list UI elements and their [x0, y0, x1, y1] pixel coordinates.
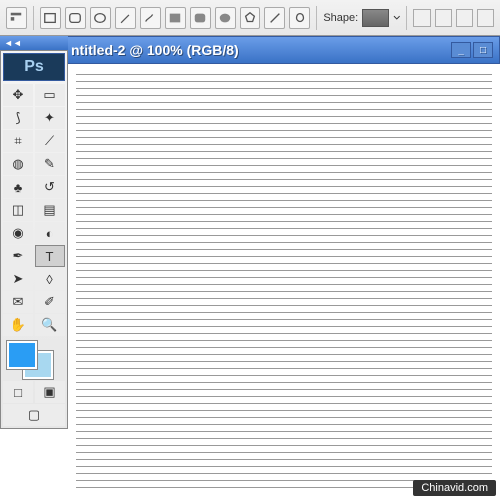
eraser-tool[interactable]: ◫	[3, 199, 33, 221]
marquee-tool[interactable]: ▭	[35, 84, 65, 106]
mode-new-btn[interactable]	[413, 9, 430, 27]
pen-tool[interactable]: ✒	[3, 245, 33, 267]
rect-fill-btn[interactable]	[165, 7, 186, 29]
path-select-tool[interactable]: ➤	[3, 268, 33, 290]
tool-preset-dropdown[interactable]	[6, 7, 27, 29]
move-tool[interactable]: ✥	[3, 84, 33, 106]
rectangle-shape-btn[interactable]	[40, 7, 61, 29]
color-swatches	[3, 339, 65, 381]
maximize-button[interactable]: □	[473, 42, 493, 58]
ellipse-fill-btn[interactable]	[215, 7, 236, 29]
document-titlebar: ntitled-2 @ 100% (RGB/8) _ □	[0, 36, 500, 64]
custom-shape-btn[interactable]	[289, 7, 310, 29]
canvas-content	[68, 74, 500, 488]
zoom-tool[interactable]: 🔍	[35, 314, 65, 336]
brush-tool[interactable]: ✎	[35, 153, 65, 175]
line-btn[interactable]	[264, 7, 285, 29]
ellipse-shape-btn[interactable]	[90, 7, 111, 29]
watermark: Chinavid.com	[413, 480, 496, 496]
quick-mask-btn[interactable]: □	[3, 381, 33, 403]
history-brush-tool[interactable]: ↺	[35, 176, 65, 198]
freeform-pen-btn[interactable]	[140, 7, 161, 29]
dodge-tool[interactable]: ◐	[35, 222, 65, 244]
type-tool[interactable]: T	[35, 245, 65, 267]
chevron-down-icon[interactable]	[393, 14, 401, 22]
minimize-button[interactable]: _	[451, 42, 471, 58]
rounded-fill-btn[interactable]	[190, 7, 211, 29]
gradient-tool[interactable]: ▤	[35, 199, 65, 221]
photoshop-logo: Ps	[3, 53, 65, 81]
foreground-color[interactable]	[7, 341, 37, 369]
notes-tool[interactable]: ✉	[3, 291, 33, 313]
eyedropper-tool[interactable]: ✐	[35, 291, 65, 313]
mode-add-btn[interactable]	[435, 9, 452, 27]
separator	[406, 6, 407, 30]
tools-panel: Ps ✥▭⟆✦⌗⟋◍✎♣↺◫▤◉◐✒T➤◊✉✐✋🔍 □ ▣ ▢	[0, 50, 68, 429]
expand-btn[interactable]: ▢	[3, 404, 65, 426]
toolbox-header[interactable]: ◄◄	[0, 36, 68, 50]
pen-shape-btn[interactable]	[115, 7, 136, 29]
collapse-icon: ◄◄	[4, 38, 22, 48]
hand-tool[interactable]: ✋	[3, 314, 33, 336]
slice-tool[interactable]: ⟋	[35, 130, 65, 152]
lasso-tool[interactable]: ⟆	[3, 107, 33, 129]
blur-tool[interactable]: ◉	[3, 222, 33, 244]
polygon-btn[interactable]	[240, 7, 261, 29]
healing-tool[interactable]: ◍	[3, 153, 33, 175]
document-canvas[interactable]	[68, 64, 500, 500]
stamp-tool[interactable]: ♣	[3, 176, 33, 198]
mode-subtract-btn[interactable]	[456, 9, 473, 27]
mode-intersect-btn[interactable]	[477, 9, 494, 27]
screen-mode-btn[interactable]: ▣	[35, 381, 65, 403]
rounded-rect-shape-btn[interactable]	[65, 7, 86, 29]
wand-tool[interactable]: ✦	[35, 107, 65, 129]
separator	[316, 6, 317, 30]
crop-tool[interactable]: ⌗	[3, 130, 33, 152]
shape-dropdown[interactable]	[362, 9, 389, 27]
shape-tool[interactable]: ◊	[35, 268, 65, 290]
shape-label: Shape:	[323, 12, 358, 24]
separator	[33, 6, 34, 30]
document-title: ntitled-2 @ 100% (RGB/8)	[71, 42, 451, 58]
options-bar: Shape:	[0, 0, 500, 36]
